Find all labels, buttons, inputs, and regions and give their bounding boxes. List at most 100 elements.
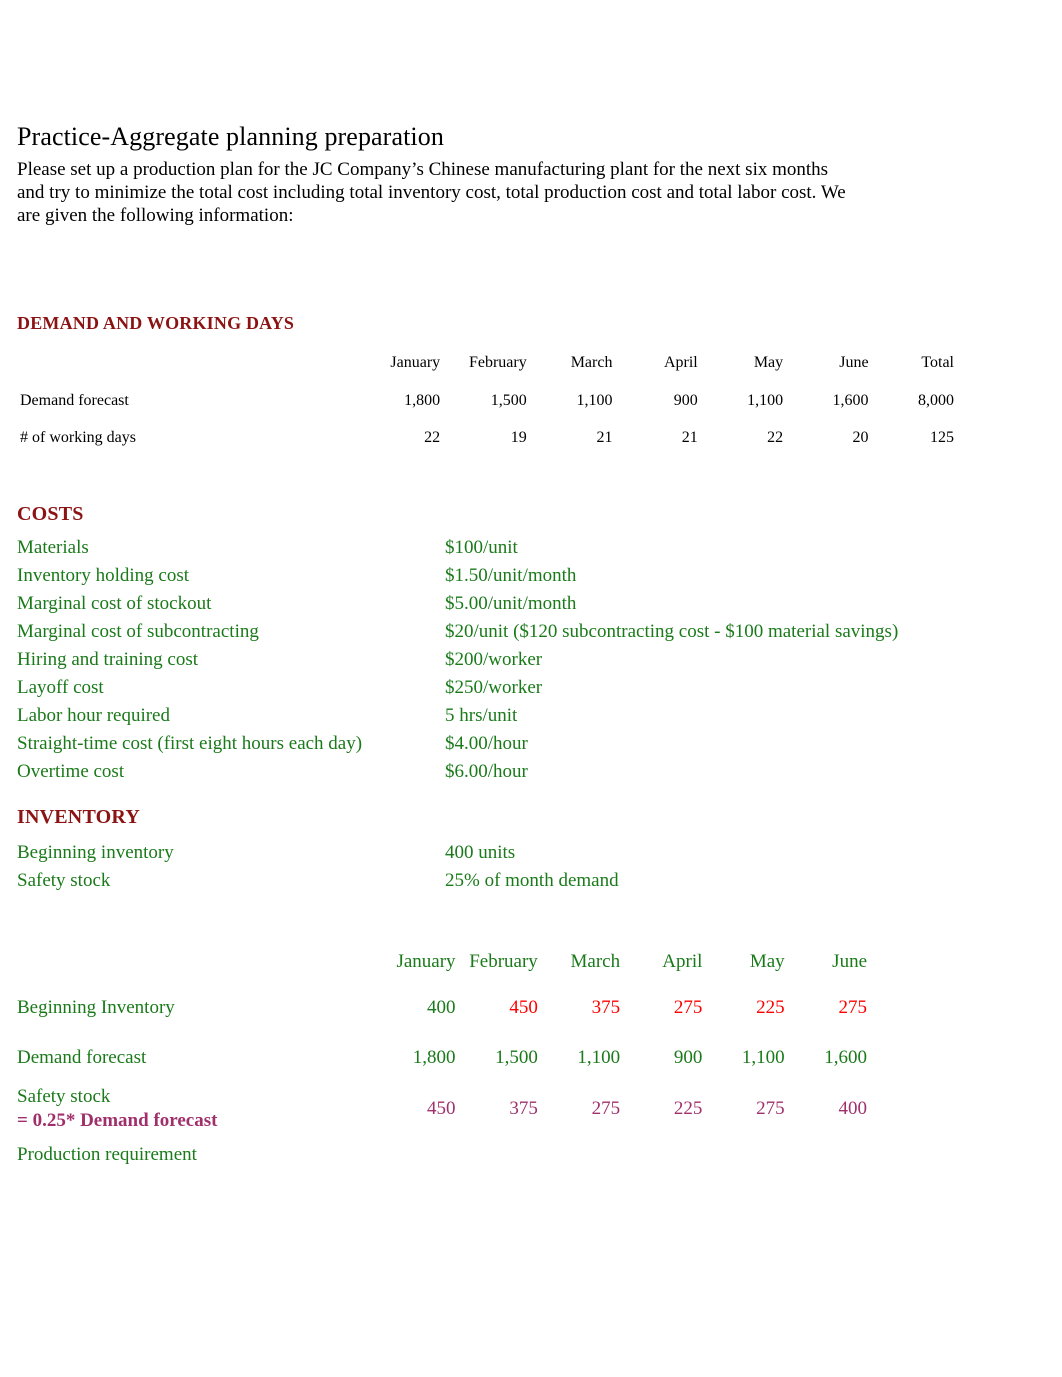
cell-demand-forecast-june: 1,600 — [832, 391, 869, 409]
inventory-list: Beginning inventory 400 units Safety sto… — [17, 839, 977, 895]
list-item: Layoff cost $250/worker — [17, 676, 977, 700]
list-item: Labor hour required 5 hrs/unit — [17, 704, 977, 728]
table-header-row: January February March April May June To… — [19, 346, 955, 381]
plan-row-label-beginning-inventory: Beginning Inventory — [17, 997, 175, 1018]
plan-column-header-april: April — [662, 951, 703, 972]
cost-value-inventory-holding: $1.50/unit/month — [445, 565, 577, 586]
document-page: Practice-Aggregate planning preparation … — [0, 0, 1062, 1377]
spacer-costs-heading — [17, 526, 977, 536]
list-item: Hiring and training cost $200/worker — [17, 648, 977, 672]
list-item: Inventory holding cost $1.50/unit/month — [17, 564, 977, 588]
spacer-before-plan-table — [17, 895, 977, 941]
cost-value-hiring-training: $200/worker — [445, 649, 543, 670]
row-label-demand-forecast: Demand forecast — [20, 391, 129, 409]
column-header-june: June — [839, 354, 869, 371]
plan-cell-production-requirement-march — [538, 1135, 620, 1175]
plan-cell-demand-forecast-april: 900 — [673, 1047, 703, 1068]
table-row: Demand forecast 1,800 1,500 1,100 900 1,… — [17, 1033, 867, 1083]
plan-cell-safety-stock-march: 275 — [591, 1098, 621, 1119]
plan-row-label-safety-stock-line1: Safety stock — [17, 1086, 111, 1107]
plan-column-header-june: June — [832, 951, 867, 972]
cost-value-layoff: $250/worker — [445, 677, 543, 698]
section-heading-inventory: INVENTORY — [17, 806, 140, 828]
cell-working-days-may: 22 — [767, 428, 784, 446]
inventory-value-safety-stock: 25% of month demand — [445, 870, 619, 891]
table-row: Beginning Inventory 400 450 375 275 225 … — [17, 983, 867, 1033]
cost-label-hiring-training: Hiring and training cost — [17, 649, 198, 670]
cost-value-straight-time: $4.00/hour — [445, 733, 528, 754]
list-item: Marginal cost of stockout $5.00/unit/mon… — [17, 592, 977, 616]
plan-cell-demand-forecast-may: 1,100 — [741, 1047, 785, 1068]
cost-label-overtime: Overtime cost — [17, 761, 125, 782]
cost-value-stockout: $5.00/unit/month — [445, 593, 577, 614]
plan-cell-beginning-inventory-june: 275 — [838, 997, 868, 1018]
plan-cell-beginning-inventory-may: 225 — [756, 997, 785, 1018]
plan-cell-safety-stock-april: 225 — [673, 1098, 703, 1119]
plan-cell-beginning-inventory-march: 375 — [591, 997, 621, 1018]
production-plan-table: January February March April May June Be… — [17, 941, 867, 1175]
list-item: Marginal cost of subcontracting $20/unit… — [17, 620, 977, 644]
spacer-after-intro — [17, 227, 977, 313]
spacer-demand-heading — [17, 334, 977, 344]
cost-label-materials: Materials — [17, 537, 89, 558]
plan-column-header-march: March — [570, 951, 621, 972]
cell-demand-forecast-january: 1,800 — [404, 391, 441, 409]
header-corner-cell — [19, 346, 355, 381]
cost-label-labor-hour: Labor hour required — [17, 705, 170, 726]
plan-cell-beginning-inventory-february: 450 — [509, 997, 538, 1018]
plan-cell-safety-stock-june: 400 — [838, 1098, 868, 1119]
list-item: Straight-time cost (first eight hours ea… — [17, 732, 977, 756]
plan-cell-demand-forecast-march: 1,100 — [577, 1047, 621, 1068]
plan-cell-production-requirement-february — [456, 1135, 538, 1175]
cell-demand-forecast-february: 1,500 — [490, 391, 527, 409]
page-title: Practice-Aggregate planning preparation — [17, 122, 444, 151]
plan-cell-production-requirement-april — [620, 1135, 702, 1175]
cell-working-days-june: 20 — [852, 428, 869, 446]
cell-demand-forecast-march: 1,100 — [576, 391, 613, 409]
cost-value-materials: $100/unit — [445, 537, 518, 558]
costs-list: Materials $100/unit Inventory holding co… — [17, 536, 977, 784]
cell-demand-forecast-april: 900 — [673, 391, 698, 409]
plan-cell-beginning-inventory-april: 275 — [673, 997, 703, 1018]
cost-label-stockout: Marginal cost of stockout — [17, 593, 212, 614]
plan-row-label-production-requirement: Production requirement — [17, 1144, 197, 1165]
list-item: Overtime cost $6.00/hour — [17, 760, 977, 784]
spacer-before-inventory — [17, 788, 977, 806]
cost-label-straight-time: Straight-time cost (first eight hours ea… — [17, 733, 363, 754]
plan-header-corner-cell — [17, 941, 373, 983]
column-header-january: January — [390, 354, 441, 371]
cell-demand-forecast-may: 1,100 — [747, 391, 784, 409]
table-row: Production requirement — [17, 1135, 867, 1175]
inventory-label-safety-stock: Safety stock — [17, 870, 111, 891]
section-heading-demand: DEMAND AND WORKING DAYS — [17, 313, 295, 333]
table-row: Safety stock = 0.25* Demand forecast 450… — [17, 1083, 867, 1135]
plan-cell-beginning-inventory-january: 400 — [427, 997, 456, 1018]
plan-cell-demand-forecast-june: 1,600 — [824, 1047, 867, 1068]
plan-cell-safety-stock-february: 375 — [509, 1098, 538, 1119]
plan-cell-safety-stock-may: 275 — [756, 1098, 785, 1119]
cell-working-days-total: 125 — [930, 428, 954, 446]
plan-cell-production-requirement-may — [702, 1135, 784, 1175]
intro-paragraph: Please set up a production plan for the … — [17, 159, 846, 226]
cell-working-days-april: 21 — [681, 428, 698, 446]
column-header-may: May — [753, 354, 784, 371]
cost-label-layoff: Layoff cost — [17, 677, 104, 698]
plan-cell-production-requirement-january — [373, 1135, 455, 1175]
column-header-february: February — [468, 354, 527, 371]
cost-label-subcontracting: Marginal cost of subcontracting — [17, 621, 259, 642]
plan-column-header-may: May — [749, 951, 785, 972]
cost-label-inventory-holding: Inventory holding cost — [17, 565, 190, 586]
cost-value-subcontracting: $20/unit ($120 subcontracting cost - $10… — [445, 621, 899, 642]
column-header-april: April — [663, 354, 698, 371]
table-header-row: January February March April May June — [17, 941, 867, 983]
cell-working-days-february: 19 — [510, 428, 527, 446]
spacer-inventory-heading — [17, 829, 977, 839]
plan-row-label-demand-forecast: Demand forecast — [17, 1047, 147, 1068]
list-item: Safety stock 25% of month demand — [17, 867, 977, 895]
cell-working-days-january: 22 — [424, 428, 441, 446]
cell-working-days-march: 21 — [596, 428, 613, 446]
inventory-label-beginning: Beginning inventory — [17, 842, 174, 863]
plan-cell-demand-forecast-january: 1,800 — [412, 1047, 456, 1068]
demand-and-working-days-table: January February March April May June To… — [17, 344, 957, 457]
table-row: # of working days 22 19 21 21 22 20 125 — [19, 420, 955, 455]
